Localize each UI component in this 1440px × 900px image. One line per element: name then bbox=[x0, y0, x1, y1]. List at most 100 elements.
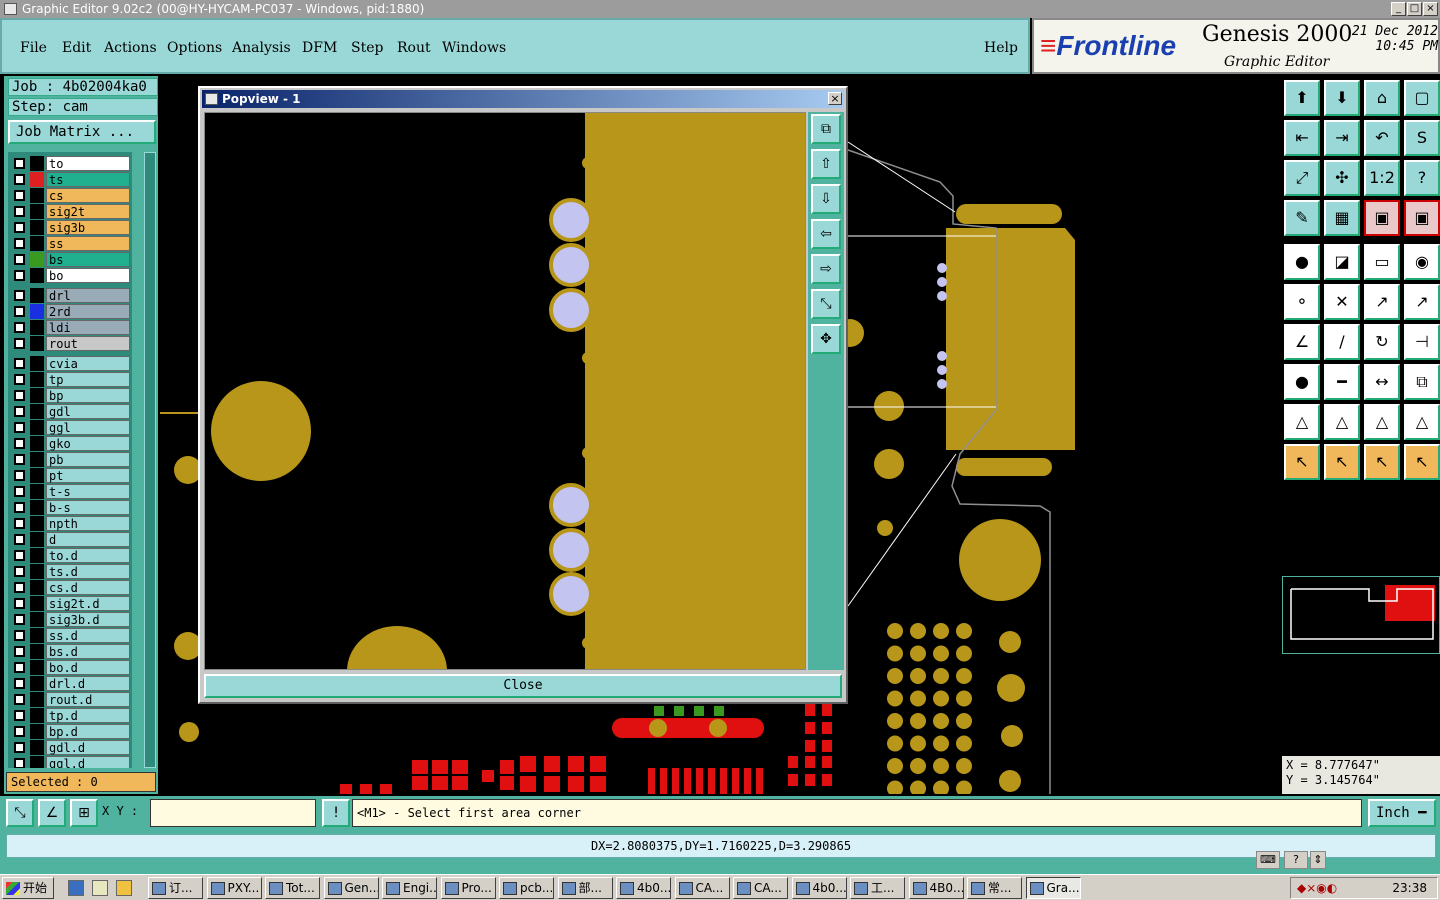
home-up-icon[interactable]: ⬆ bbox=[1284, 80, 1320, 116]
layer-color-swatch[interactable] bbox=[30, 628, 44, 643]
tray-icons[interactable]: ◆⨯◉◐ bbox=[1297, 878, 1337, 898]
layer-name[interactable]: bp bbox=[46, 388, 130, 403]
layer-checkbox[interactable] bbox=[14, 406, 25, 417]
layer-color-swatch[interactable] bbox=[30, 532, 44, 547]
layer-name[interactable]: tp.d bbox=[46, 708, 130, 723]
menu-rout[interactable]: Rout bbox=[397, 40, 431, 56]
layer-name[interactable]: sig3b bbox=[46, 220, 130, 235]
layer-color-swatch[interactable] bbox=[30, 252, 44, 267]
taskbar-item[interactable]: pcb... bbox=[499, 877, 554, 899]
home-down-icon[interactable]: ⬇ bbox=[1324, 80, 1360, 116]
taskbar-item[interactable]: 部... bbox=[557, 877, 613, 899]
layer-name[interactable]: d bbox=[46, 532, 130, 547]
select2-icon[interactable]: ↖ bbox=[1324, 444, 1360, 480]
mirror-icon[interactable]: ⊣ bbox=[1404, 324, 1440, 360]
layer-name[interactable]: bo bbox=[46, 268, 130, 283]
layer-row-pt[interactable]: pt bbox=[8, 468, 132, 483]
triangle-icon[interactable]: △ bbox=[1284, 404, 1320, 440]
move-left-icon[interactable]: ⇤ bbox=[1284, 120, 1320, 156]
cross-icon[interactable]: ✕ bbox=[1324, 284, 1360, 320]
layer-name[interactable]: gdl.d bbox=[46, 740, 130, 755]
layer-checkbox[interactable] bbox=[14, 726, 25, 737]
layer-checkbox[interactable] bbox=[14, 306, 25, 317]
layer-color-swatch[interactable] bbox=[30, 420, 44, 435]
popview-zoom-in-icon[interactable]: ⤡ bbox=[811, 289, 841, 319]
layer-color-swatch[interactable] bbox=[30, 660, 44, 675]
layer-color-swatch[interactable] bbox=[30, 236, 44, 251]
layer-color-swatch[interactable] bbox=[30, 172, 44, 187]
info-icon[interactable]: ! bbox=[322, 799, 350, 827]
rotate-icon[interactable]: ↻ bbox=[1364, 324, 1400, 360]
layer-color-swatch[interactable] bbox=[30, 500, 44, 515]
layer-name[interactable]: ts bbox=[46, 172, 130, 187]
taskbar-item[interactable]: 常... bbox=[967, 877, 1022, 899]
taskbar-item[interactable]: Gra... bbox=[1025, 877, 1081, 899]
popview-canvas[interactable] bbox=[204, 112, 806, 670]
measure-icon[interactable]: ∠ bbox=[38, 799, 66, 827]
layer-color-swatch[interactable] bbox=[30, 372, 44, 387]
layer-name[interactable]: rout bbox=[46, 336, 130, 351]
layer-color-swatch[interactable] bbox=[30, 188, 44, 203]
layer-checkbox[interactable] bbox=[14, 710, 25, 721]
pad-add-icon[interactable]: ● bbox=[1284, 244, 1320, 280]
popview-pan-right-icon[interactable]: ⇨ bbox=[811, 254, 841, 284]
layer-row-cvia[interactable]: cvia bbox=[8, 356, 132, 371]
arc-icon[interactable]: ↗ bbox=[1364, 284, 1400, 320]
taskbar-item[interactable]: Gen... bbox=[323, 877, 379, 899]
layer-color-swatch[interactable] bbox=[30, 288, 44, 303]
layer-row-gko[interactable]: gko bbox=[8, 436, 132, 451]
layer-row-drl[interactable]: drl bbox=[8, 288, 132, 303]
layer-row-bs[interactable]: bs bbox=[8, 252, 132, 267]
layer-color-swatch[interactable] bbox=[30, 548, 44, 563]
taskbar-item[interactable]: 4b0... bbox=[791, 877, 847, 899]
arc2-icon[interactable]: ↗ bbox=[1404, 284, 1440, 320]
layer-checkbox[interactable] bbox=[14, 646, 25, 657]
layer-name[interactable]: npth bbox=[46, 516, 130, 531]
layer-color-swatch[interactable] bbox=[30, 468, 44, 483]
layer-row-ss[interactable]: ss bbox=[8, 236, 132, 251]
layer-color-swatch[interactable] bbox=[30, 692, 44, 707]
layer-name[interactable]: ggl.d bbox=[46, 756, 130, 768]
layer-color-swatch[interactable] bbox=[30, 204, 44, 219]
layer-row-t-s[interactable]: t-s bbox=[8, 484, 132, 499]
layer-scrollbar[interactable] bbox=[144, 152, 156, 768]
layer-checkbox[interactable] bbox=[14, 158, 25, 169]
grid-icon[interactable]: ▦ bbox=[1324, 200, 1360, 236]
layer-checkbox[interactable] bbox=[14, 678, 25, 689]
layer-name[interactable]: t-s bbox=[46, 484, 130, 499]
help-icon[interactable]: ? bbox=[1284, 851, 1308, 869]
keyboard-icon[interactable]: ⌨ bbox=[1256, 851, 1280, 869]
layer-name[interactable]: gko bbox=[46, 436, 130, 451]
popview-close-button[interactable]: Close bbox=[204, 674, 842, 698]
layer-color-swatch[interactable] bbox=[30, 436, 44, 451]
ruler-icon[interactable]: ▭ bbox=[1364, 244, 1400, 280]
layer-name[interactable]: sig2t.d bbox=[46, 596, 130, 611]
layer-color-swatch[interactable] bbox=[30, 320, 44, 335]
maximize-button[interactable]: □ bbox=[1407, 2, 1422, 16]
layer-name[interactable]: ldi bbox=[46, 320, 130, 335]
layer-row-npth[interactable]: npth bbox=[8, 516, 132, 531]
taskbar-item[interactable]: PXY... bbox=[206, 877, 262, 899]
menu-step[interactable]: Step bbox=[351, 40, 383, 56]
layer-name[interactable]: cs bbox=[46, 188, 130, 203]
pad-snap-icon[interactable]: ● bbox=[1284, 364, 1320, 400]
layer-checkbox[interactable] bbox=[14, 758, 25, 768]
home-icon[interactable]: ⌂ bbox=[1364, 80, 1400, 116]
triangle2-icon[interactable]: △ bbox=[1324, 404, 1360, 440]
close-window-button[interactable]: × bbox=[1423, 2, 1438, 16]
popview-pan-left-icon[interactable]: ⇦ bbox=[811, 219, 841, 249]
center-icon[interactable]: ✣ bbox=[1324, 160, 1360, 196]
layer-color-swatch[interactable] bbox=[30, 612, 44, 627]
layer-checkbox[interactable] bbox=[14, 630, 25, 641]
layer-name[interactable]: tp bbox=[46, 372, 130, 387]
layer-color-swatch[interactable] bbox=[30, 304, 44, 319]
taskbar-item[interactable]: CA... bbox=[733, 877, 788, 899]
popview-zoom-window-icon[interactable]: ⧉ bbox=[811, 114, 841, 144]
select4-icon[interactable]: ↖ bbox=[1404, 444, 1440, 480]
layer-color-swatch[interactable] bbox=[30, 676, 44, 691]
layer-checkbox[interactable] bbox=[14, 174, 25, 185]
layer-checkbox[interactable] bbox=[14, 694, 25, 705]
tools-icon[interactable]: ✎ bbox=[1284, 200, 1320, 236]
layer-row-bo[interactable]: bo bbox=[8, 268, 132, 283]
layer-color-swatch[interactable] bbox=[30, 388, 44, 403]
